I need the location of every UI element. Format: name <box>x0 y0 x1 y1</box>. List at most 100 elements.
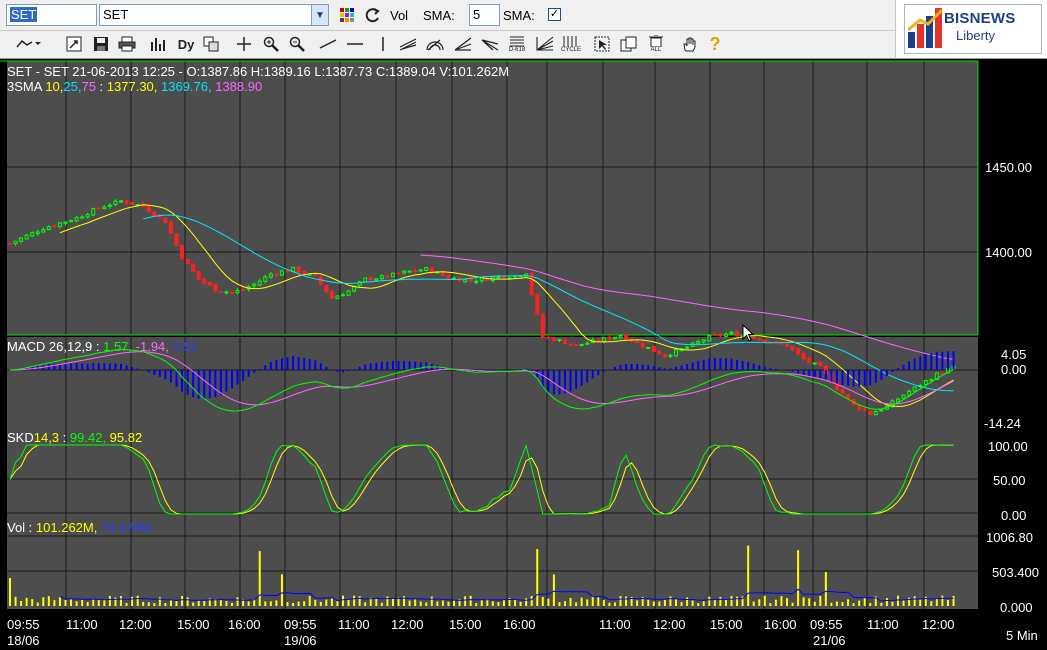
candle-body <box>707 334 712 342</box>
print-icon[interactable] <box>117 34 137 54</box>
candle-body <box>279 270 284 276</box>
period-label: 5 Min <box>1006 628 1038 643</box>
cycle-icon[interactable]: CYCLE <box>561 32 581 56</box>
candle-body <box>424 267 429 271</box>
candle-body <box>873 411 878 416</box>
candle-body <box>474 280 479 283</box>
hand-icon[interactable] <box>679 34 699 54</box>
fan-icon[interactable] <box>453 34 473 54</box>
macd-tick-top: 4.05 <box>1001 347 1027 362</box>
candle-body <box>496 276 501 279</box>
zoom-in-icon[interactable] <box>261 34 281 54</box>
skd-tick-0: 0.00 <box>1001 508 1027 523</box>
candle-body <box>540 314 545 338</box>
logo-sub-text: Liberty <box>956 28 996 43</box>
bisnews-logo: BISNEWS Liberty <box>895 0 1047 59</box>
price-tick-1400: 1400.00 <box>985 245 1032 260</box>
dy-icon[interactable]: Dy <box>176 34 196 54</box>
candle-body <box>191 263 196 272</box>
candle-body <box>585 342 590 345</box>
sma-checkbox[interactable]: ✓ <box>548 8 561 21</box>
candle-body <box>207 281 212 286</box>
candle-body <box>601 337 606 342</box>
sma10-param: 10, <box>45 79 64 94</box>
candle-body <box>335 295 340 300</box>
sma25-value: 1369.76, <box>157 79 212 94</box>
save-icon[interactable] <box>91 34 111 54</box>
hline-icon[interactable] <box>345 34 365 54</box>
time-label: 12:00 <box>922 617 955 632</box>
candle-body <box>296 266 301 273</box>
candle-body <box>213 283 218 292</box>
sma-label-2: SMA: <box>503 8 535 23</box>
candle-body <box>612 336 617 340</box>
indicator-icon[interactable] <box>149 34 169 54</box>
toolbar-top: SET SET ▼ Vol SMA: 5 SMA: ✓ <box>0 0 895 31</box>
stock-chart[interactable]: SET - SET 21-06-2013 12:25 - O:1387.86 H… <box>0 59 1047 650</box>
candle-body <box>368 277 373 281</box>
date-label-2106: 21/06 <box>813 633 846 648</box>
candle-body <box>46 226 51 231</box>
volume-header: Vol : 101.262M, 79.078M <box>7 520 152 535</box>
candle-body <box>218 290 223 293</box>
sma75-value: 1388.90 <box>211 79 263 94</box>
crosshair-icon[interactable] <box>234 34 254 54</box>
candle-body <box>696 340 701 344</box>
refresh-icon[interactable] <box>363 5 383 25</box>
candle-body <box>413 269 418 272</box>
candle-body <box>907 390 912 396</box>
candle-body <box>357 281 362 286</box>
line-style-icon[interactable] <box>14 34 42 54</box>
delete-all-icon[interactable]: ALL <box>646 32 666 56</box>
logo-bars-icon <box>908 8 944 48</box>
speed-line-icon[interactable] <box>535 34 555 54</box>
copy-icon[interactable] <box>619 34 639 54</box>
candle-body <box>618 335 623 339</box>
candle-body <box>812 362 817 365</box>
gann-icon[interactable] <box>480 34 500 54</box>
zoom-window-icon[interactable] <box>64 34 84 54</box>
candle-body <box>285 270 290 273</box>
trendline-icon[interactable] <box>318 34 338 54</box>
sma-period-input[interactable]: 5 <box>469 4 500 26</box>
arc-icon[interactable] <box>425 34 445 54</box>
candle-body <box>329 291 334 299</box>
select-icon[interactable] <box>592 34 612 54</box>
date-label-1906: 19/06 <box>284 633 317 648</box>
candle-body <box>74 217 79 222</box>
candle-body <box>651 345 656 352</box>
candle-body <box>313 273 318 277</box>
time-label: 11:00 <box>338 617 370 632</box>
candle-body <box>596 339 601 342</box>
candle-body <box>568 343 573 346</box>
fibo-icon[interactable]: D-618 <box>507 32 527 56</box>
vol-tick-zero: 0.000 <box>1000 600 1033 615</box>
candle-body <box>840 388 845 395</box>
candle-body <box>452 277 456 280</box>
candle-body <box>224 291 229 294</box>
skd-header: SKD14,3 : 99.42, 95.82 <box>7 430 142 445</box>
symbol-combo[interactable]: SET ▼ <box>99 4 329 26</box>
candle-body <box>912 386 917 392</box>
candle-body <box>468 278 473 282</box>
vline-icon[interactable] <box>373 34 393 54</box>
symbol-input[interactable]: SET <box>6 4 97 26</box>
candle-body <box>96 207 101 210</box>
candle-body <box>19 237 24 242</box>
zoom-out-icon[interactable] <box>287 34 307 54</box>
histogram-value: 3.51 <box>168 339 198 354</box>
candle-body <box>85 214 90 218</box>
price-tick-1450: 1450.00 <box>985 160 1032 175</box>
candle-body <box>302 270 307 275</box>
channel-icon[interactable] <box>398 34 418 54</box>
macd-header: MACD 26,12,9 : 1.57, -1.94, 3.51 <box>7 339 198 354</box>
chevron-down-icon[interactable]: ▼ <box>311 5 328 25</box>
color-grid-icon[interactable] <box>337 5 357 25</box>
help-icon[interactable]: ? <box>705 34 725 54</box>
candle-body <box>418 269 423 272</box>
skd-tick-100: 100.00 <box>988 439 1028 454</box>
candle-body <box>563 338 567 345</box>
time-label: 11:00 <box>867 617 899 632</box>
grid-icon[interactable] <box>201 34 221 54</box>
vol-label: Vol <box>390 8 409 23</box>
